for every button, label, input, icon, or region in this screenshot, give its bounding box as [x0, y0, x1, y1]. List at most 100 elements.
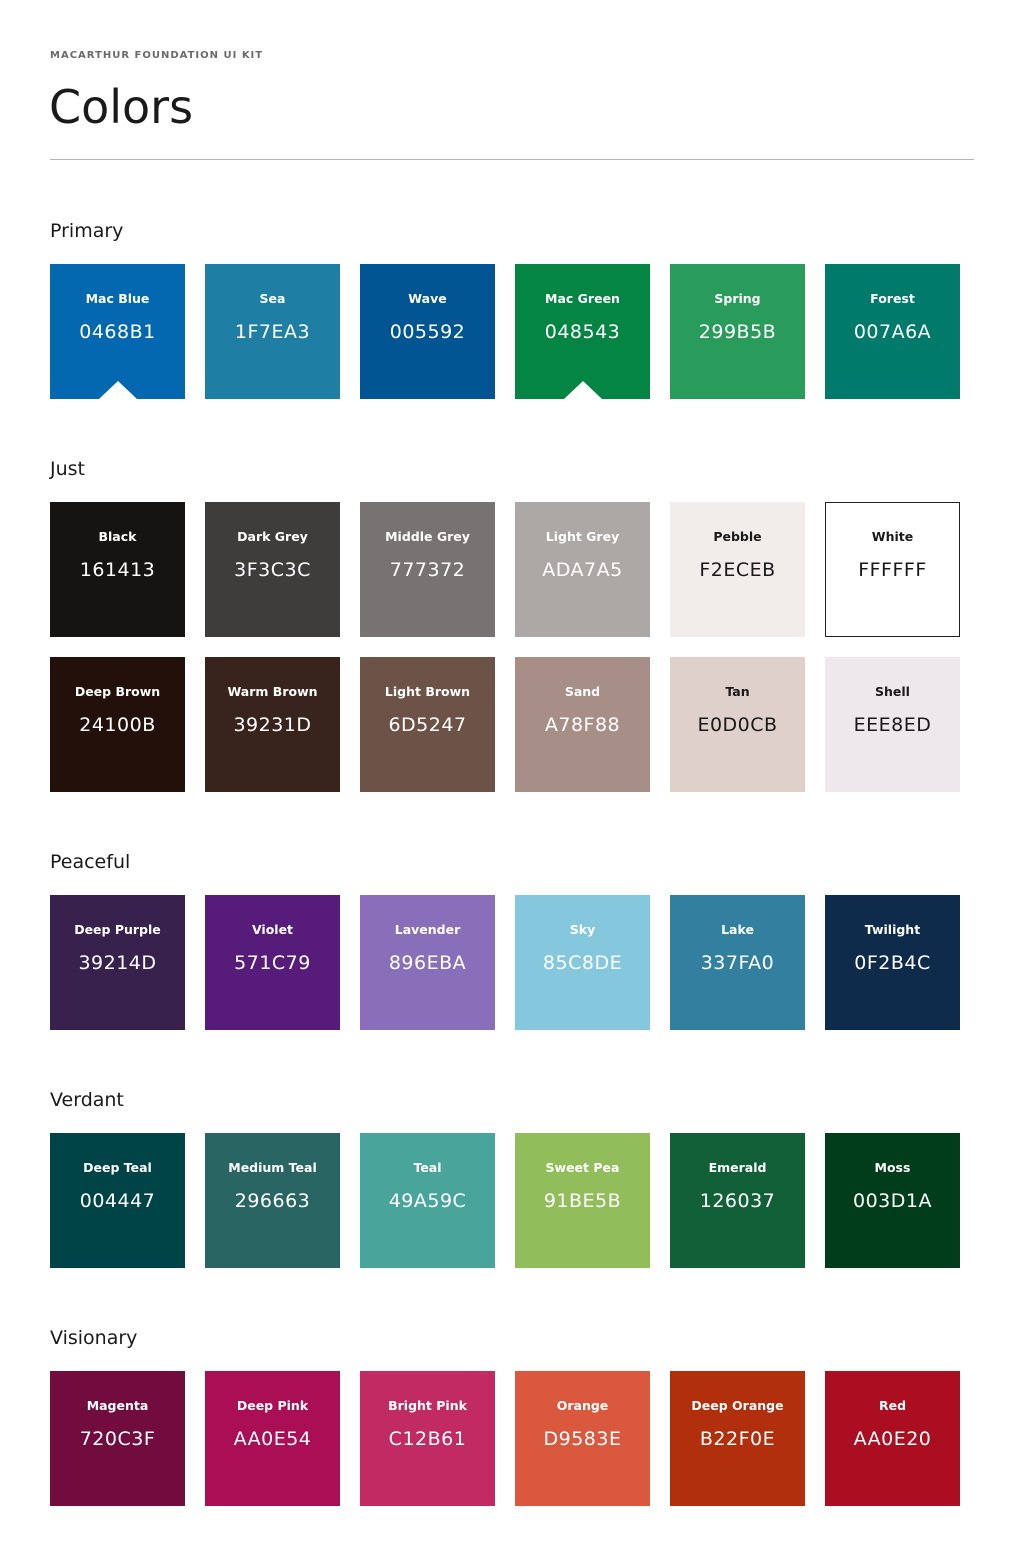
swatch-hex-code: 161413 — [79, 559, 156, 581]
swatch-name: Light Grey — [545, 529, 620, 544]
swatch-name: Magenta — [86, 1398, 149, 1413]
swatch-name: Forest — [870, 291, 915, 306]
swatch-hex-code: C12B61 — [388, 1428, 467, 1450]
color-swatch-magenta[interactable]: Magenta 720C3F — [50, 1371, 185, 1506]
swatch-name: Orange — [556, 1398, 609, 1413]
swatch-hex-code: A78F88 — [544, 714, 621, 736]
group-heading: Visionary — [50, 1327, 138, 1349]
color-swatch-mac-green[interactable]: Mac Green 048543 — [515, 264, 650, 399]
swatch-name: Warm Brown — [227, 684, 318, 699]
color-swatch-white[interactable]: White FFFFFF — [825, 502, 960, 637]
swatch-name: Twilight — [864, 922, 921, 937]
swatch-hex-code: 3F3C3C — [234, 559, 311, 581]
color-swatch-warm-brown[interactable]: Warm Brown 39231D — [205, 657, 340, 792]
swatch-hex-code: 24100B — [79, 714, 156, 736]
color-swatch-sand[interactable]: Sand A78F88 — [515, 657, 650, 792]
swatch-name: Tan — [725, 684, 750, 699]
swatch-hex-code: 007A6A — [853, 321, 932, 343]
swatch-row: Mac Blue 0468B1 Sea 1F7EA3 Wave 005592 Mac Gre… — [50, 264, 960, 399]
color-swatch-lavender[interactable]: Lavender 896EBA — [360, 895, 495, 1030]
swatch-hex-code: 49A59C — [388, 1190, 467, 1212]
color-swatch-emerald[interactable]: Emerald 126037 — [670, 1133, 805, 1268]
group-heading: Peaceful — [50, 851, 131, 873]
color-swatch-mac-blue[interactable]: Mac Blue 0468B1 — [50, 264, 185, 399]
swatch-hex-code: 39214D — [78, 952, 157, 974]
swatch-name: White — [871, 529, 914, 544]
color-swatch-deep-teal[interactable]: Deep Teal 004447 — [50, 1133, 185, 1268]
swatch-hex-code: AA0E54 — [233, 1428, 312, 1450]
group-heading: Verdant — [50, 1089, 124, 1111]
swatch-name: Lake — [721, 922, 754, 937]
color-swatch-moss[interactable]: Moss 003D1A — [825, 1133, 960, 1268]
kit-label: MACARTHUR FOUNDATION UI KIT — [50, 50, 264, 61]
color-swatch-sweet-pea[interactable]: Sweet Pea 91BE5B — [515, 1133, 650, 1268]
swatch-row: Deep Brown 24100B Warm Brown 39231D Light Br… — [50, 657, 960, 792]
color-swatch-black[interactable]: Black 161413 — [50, 502, 185, 637]
color-swatch-deep-purple[interactable]: Deep Purple 39214D — [50, 895, 185, 1030]
color-swatch-tan[interactable]: Tan E0D0CB — [670, 657, 805, 792]
swatch-hex-code: AA0E20 — [853, 1428, 932, 1450]
swatch-name: Deep Orange — [691, 1398, 784, 1413]
color-swatch-red[interactable]: Red AA0E20 — [825, 1371, 960, 1506]
color-swatch-sea[interactable]: Sea 1F7EA3 — [205, 264, 340, 399]
swatch-name: Wave — [408, 291, 447, 306]
color-swatch-shell[interactable]: Shell EEE8ED — [825, 657, 960, 792]
color-swatch-light-grey[interactable]: Light Grey ADA7A5 — [515, 502, 650, 637]
color-swatch-teal[interactable]: Teal 49A59C — [360, 1133, 495, 1268]
swatch-hex-code: ADA7A5 — [542, 559, 623, 581]
swatch-name: Violet — [251, 922, 294, 937]
selected-notch-icon — [98, 381, 137, 399]
swatch-name: Emerald — [708, 1160, 767, 1175]
color-swatch-light-brown[interactable]: Light Brown 6D5247 — [360, 657, 495, 792]
swatch-hex-code: E0D0CB — [697, 714, 778, 736]
swatch-hex-code: 004447 — [79, 1190, 156, 1212]
swatch-hex-code: 1F7EA3 — [234, 321, 311, 343]
color-swatch-bright-pink[interactable]: Bright Pink C12B61 — [360, 1371, 495, 1506]
swatch-name: Mac Blue — [85, 291, 150, 306]
swatch-row: Deep Teal 004447 Medium Teal 296663 Teal 49A5… — [50, 1133, 960, 1268]
swatch-hex-code: 896EBA — [388, 952, 467, 974]
swatch-name: Medium Teal — [228, 1160, 317, 1175]
color-swatch-forest[interactable]: Forest 007A6A — [825, 264, 960, 399]
swatch-hex-code: 126037 — [699, 1190, 776, 1212]
color-swatch-lake[interactable]: Lake 337FA0 — [670, 895, 805, 1030]
swatch-hex-code: FFFFFF — [858, 559, 927, 581]
swatch-hex-code: F2ECEB — [699, 559, 776, 581]
swatch-name: Lavender — [394, 922, 461, 937]
swatch-hex-code: 91BE5B — [543, 1190, 622, 1212]
color-swatch-deep-orange[interactable]: Deep Orange B22F0E — [670, 1371, 805, 1506]
swatch-name: Sweet Pea — [545, 1160, 620, 1175]
swatch-name: Light Brown — [384, 684, 471, 699]
color-swatch-medium-teal[interactable]: Medium Teal 296663 — [205, 1133, 340, 1268]
color-swatch-pebble[interactable]: Pebble F2ECEB — [670, 502, 805, 637]
swatch-hex-code: 6D5247 — [388, 714, 467, 736]
page-title: Colors — [49, 80, 194, 134]
swatch-hex-code: B22F0E — [699, 1428, 776, 1450]
swatch-hex-code: 296663 — [234, 1190, 311, 1212]
color-swatch-twilight[interactable]: Twilight 0F2B4C — [825, 895, 960, 1030]
title-divider — [50, 159, 974, 160]
color-swatch-deep-brown[interactable]: Deep Brown 24100B — [50, 657, 185, 792]
color-swatch-sky[interactable]: Sky 85C8DE — [515, 895, 650, 1030]
color-swatch-violet[interactable]: Violet 571C79 — [205, 895, 340, 1030]
swatch-name: Pebble — [713, 529, 762, 544]
swatch-hex-code: 003D1A — [853, 1190, 932, 1212]
color-swatch-deep-pink[interactable]: Deep Pink AA0E54 — [205, 1371, 340, 1506]
swatch-name: Red — [878, 1398, 907, 1413]
swatch-name: Mac Green — [545, 291, 620, 306]
swatch-name: Black — [98, 529, 137, 544]
swatch-hex-code: 005592 — [389, 321, 466, 343]
selected-notch-icon — [563, 381, 602, 399]
swatch-name: Spring — [714, 291, 761, 306]
swatch-hex-code: EEE8ED — [853, 714, 932, 736]
color-swatch-middle-grey[interactable]: Middle Grey 777372 — [360, 502, 495, 637]
swatch-name: Deep Purple — [74, 922, 161, 937]
color-swatch-spring[interactable]: Spring 299B5B — [670, 264, 805, 399]
color-swatch-dark-grey[interactable]: Dark Grey 3F3C3C — [205, 502, 340, 637]
color-swatch-wave[interactable]: Wave 005592 — [360, 264, 495, 399]
swatch-hex-code: 85C8DE — [542, 952, 623, 974]
swatch-hex-code: 0F2B4C — [854, 952, 931, 974]
color-swatch-orange[interactable]: Orange D9583E — [515, 1371, 650, 1506]
swatch-name: Deep Teal — [83, 1160, 152, 1175]
swatch-name: Sea — [259, 291, 286, 306]
